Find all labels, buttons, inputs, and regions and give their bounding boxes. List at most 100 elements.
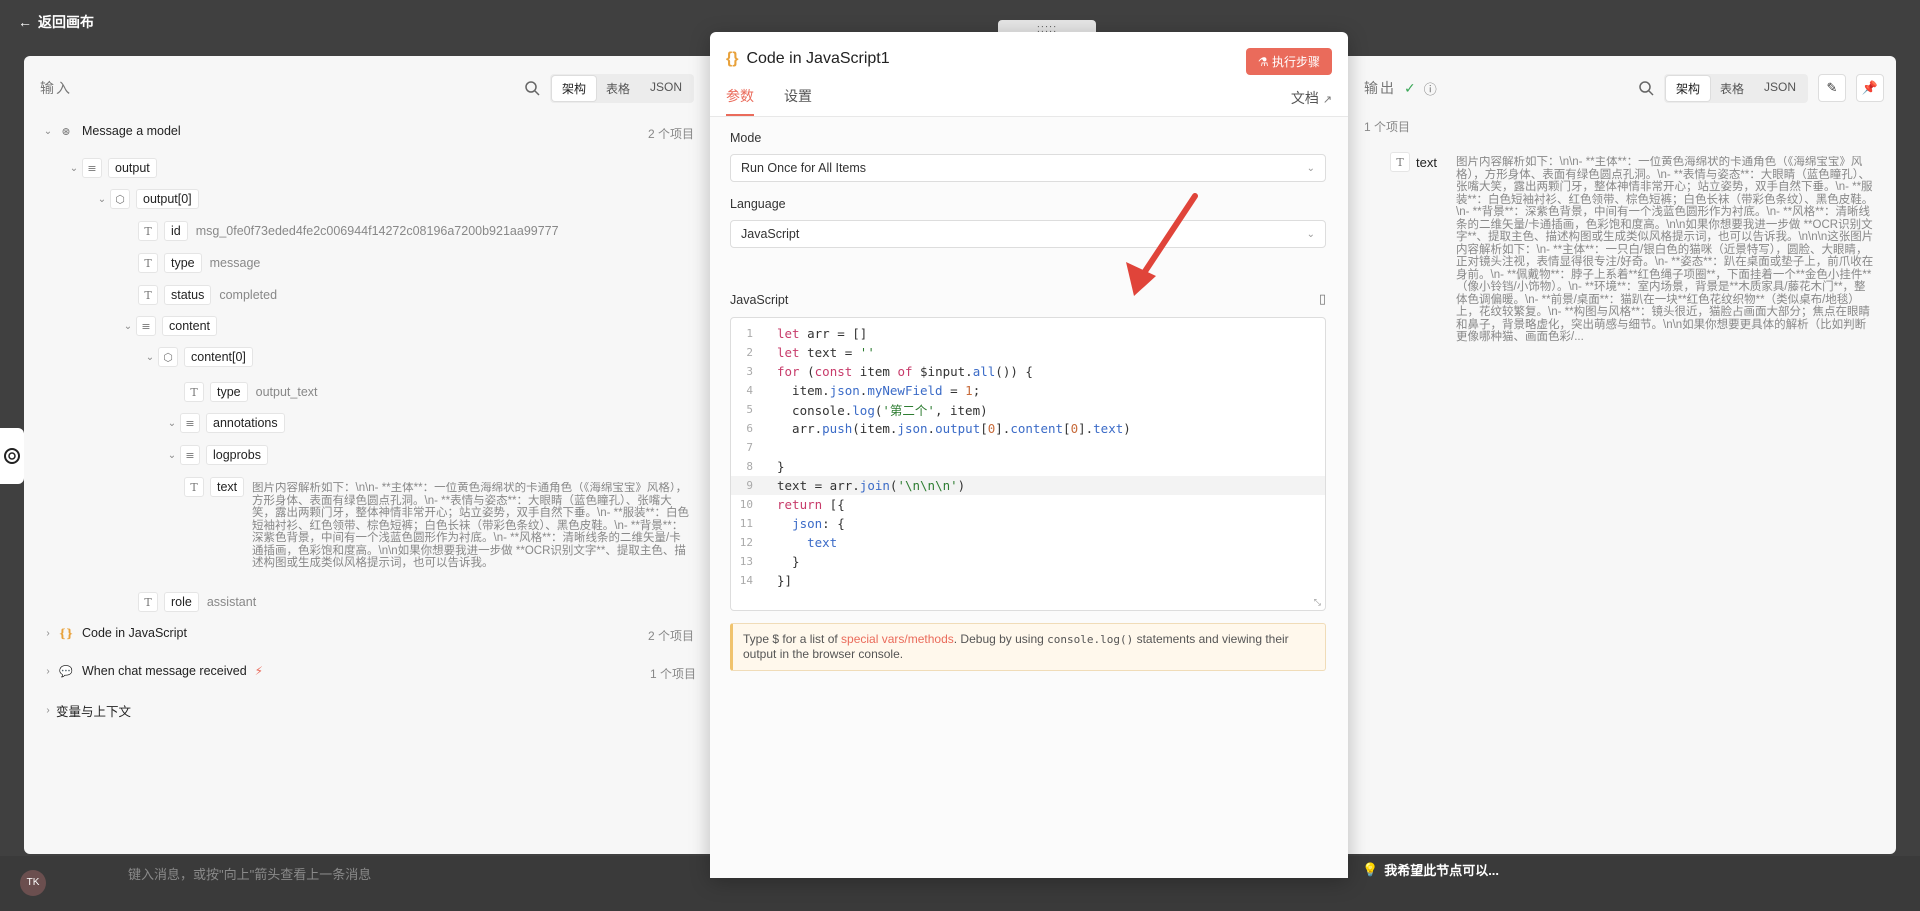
tree-item-content0[interactable]: ⌄ ⬡ content[0] — [142, 346, 261, 368]
tree-item-content-type: T type output_text — [184, 381, 318, 403]
tree-item-output[interactable]: ⌄ ≡ output — [66, 157, 165, 179]
execute-step-button[interactable]: ⚗ 执行步骤 — [1245, 48, 1332, 75]
field-key[interactable]: type — [164, 253, 202, 273]
chat-input[interactable]: 键入消息，或按"向上"箭头查看上一条消息 — [128, 864, 371, 883]
arrow-left-icon: ← — [18, 14, 32, 30]
node-wish-hint[interactable]: 💡 我希望此节点可以... — [1362, 860, 1499, 879]
node-name: When chat message received — [82, 664, 247, 678]
field-key[interactable]: id — [164, 221, 188, 241]
output-view-table[interactable]: 表格 — [1710, 76, 1754, 101]
code-line: 6 arr.push(item.json.output[0].content[0… — [746, 421, 1131, 436]
code-line: 4 item.json.myNewField = 1; — [746, 383, 981, 398]
output-field-text: T text — [1390, 152, 1445, 172]
chevron-down-icon[interactable]: ⌄ — [120, 321, 136, 332]
output-view-schema[interactable]: 架构 — [1665, 75, 1710, 101]
input-view-schema[interactable]: 架构 — [551, 75, 596, 101]
tree-node-message-model[interactable]: ⌄ ⊛ Message a model — [40, 120, 189, 142]
code-line: 12 text — [739, 535, 838, 550]
output-view-switch: 架构 表格 JSON — [1663, 73, 1808, 103]
text-type-icon: T — [138, 285, 158, 305]
chevron-right-icon[interactable]: › — [40, 628, 56, 639]
flask-icon: ⚗ — [1257, 55, 1269, 69]
chevron-down-icon[interactable]: ⌄ — [164, 418, 180, 429]
chevron-down-icon[interactable]: ⌄ — [94, 194, 110, 205]
hint-code: console.log() — [1047, 633, 1134, 646]
special-vars-link[interactable]: special vars/methods — [841, 632, 954, 646]
code-editor[interactable]: 1 let arr = [] 2 let text = '' 3 for (const… — [730, 317, 1326, 611]
tree-item-status: T status completed — [138, 284, 277, 306]
docs-link[interactable]: 文档 ↗ — [1291, 88, 1332, 108]
code-hint: Type $ for a list of special vars/method… — [730, 623, 1326, 671]
field-key[interactable]: output[0] — [136, 189, 199, 209]
search-icon[interactable] — [524, 80, 540, 96]
tree-node-chat-trigger[interactable]: › 💬 When chat message received ⚡ — [40, 660, 263, 682]
list-icon: ≡ — [180, 445, 200, 465]
edit-output-button[interactable]: ✎ — [1818, 74, 1846, 102]
output-panel-title: 输出 — [1364, 80, 1396, 96]
chevron-down-icon[interactable]: ⌄ — [66, 163, 82, 174]
code-line: 8} — [746, 459, 785, 474]
tab-parameters[interactable]: 参数 — [726, 86, 754, 116]
input-view-json[interactable]: JSON — [640, 76, 692, 101]
input-view-table[interactable]: 表格 — [596, 76, 640, 101]
output-panel: 输出 ✓ ⓘ 架构 表格 JSON ✎ 📌 1 个项目 T text 图片内容解… — [1348, 56, 1896, 854]
output-view-json[interactable]: JSON — [1754, 76, 1806, 101]
tree-item-output0[interactable]: ⌄ ⬡ output[0] — [94, 188, 207, 210]
field-value-text: 图片内容解析如下：\n\n- **主体**：一位黄色海绵状的卡通角色（《海绵宝宝… — [252, 482, 690, 569]
field-key[interactable]: output — [108, 158, 157, 178]
braces-icon: {} — [726, 50, 739, 67]
code-label: JavaScript — [730, 293, 789, 307]
info-icon[interactable]: ⓘ — [1424, 79, 1437, 98]
tree-item-logprobs[interactable]: ⌄ ≡ logprobs — [164, 444, 276, 466]
node-title[interactable]: Code in JavaScript1 — [746, 50, 889, 68]
chevron-down-icon[interactable]: ⌄ — [142, 352, 158, 363]
field-key[interactable]: logprobs — [206, 445, 268, 465]
code-line: 5 console.log('第二个', item) — [746, 403, 988, 418]
chevron-down-icon[interactable]: ⌄ — [164, 450, 180, 461]
mode-select[interactable]: Run Once for All Items ⌄ — [730, 154, 1326, 182]
braces-icon: {} — [58, 626, 74, 640]
field-key[interactable]: type — [210, 382, 248, 402]
tree-item-text: T text — [184, 476, 252, 498]
back-label: 返回画布 — [38, 14, 94, 30]
field-key[interactable]: text — [210, 477, 245, 497]
code-node-modal: {} Code in JavaScript1 ⚗ 执行步骤 参数 设置 文档 ↗… — [710, 32, 1348, 878]
node-name: 变量与上下文 — [56, 704, 132, 719]
field-key[interactable]: status — [164, 285, 212, 305]
avatar[interactable]: TK — [20, 870, 46, 896]
search-icon[interactable] — [1638, 80, 1654, 96]
text-type-icon: T — [138, 253, 158, 273]
resize-handle-icon[interactable]: ⤡ — [1314, 598, 1321, 608]
openai-node-icon[interactable] — [0, 428, 24, 484]
text-type-icon: T — [1390, 152, 1410, 172]
pin-data-button[interactable]: 📌 — [1856, 74, 1884, 102]
tree-item-type: T type message — [138, 252, 260, 274]
pin-icon: 📌 — [1861, 80, 1879, 95]
field-key[interactable]: role — [164, 592, 199, 612]
chevron-right-icon[interactable]: › — [40, 705, 56, 716]
code-line: 14}] — [739, 573, 793, 588]
language-select[interactable]: JavaScript ⌄ — [730, 220, 1326, 248]
mode-value: Run Once for All Items — [741, 161, 867, 175]
execute-step-label: 执行步骤 — [1271, 55, 1320, 69]
object-icon: ⬡ — [158, 347, 178, 367]
tab-settings[interactable]: 设置 — [784, 86, 812, 116]
chevron-down-icon[interactable]: ⌄ — [40, 126, 56, 137]
back-to-canvas-button[interactable]: ← 返回画布 — [18, 12, 94, 32]
tree-node-code[interactable]: › {} Code in JavaScript — [40, 622, 195, 644]
chevron-right-icon[interactable]: › — [40, 666, 56, 677]
chevron-down-icon: ⌄ — [1306, 162, 1315, 174]
input-view-switch: 架构 表格 JSON — [549, 73, 694, 103]
language-label: Language — [730, 197, 786, 211]
field-key[interactable]: annotations — [206, 413, 285, 433]
list-icon: ≡ — [180, 413, 200, 433]
code-line-active: 9 text = arr.join('\n\n\n') — [731, 476, 1325, 495]
language-value: JavaScript — [741, 227, 800, 241]
field-key[interactable]: text — [1416, 155, 1437, 170]
tree-item-content[interactable]: ⌄ ≡ content — [120, 315, 225, 337]
expand-editor-icon[interactable]: ▯ — [1319, 291, 1326, 307]
tree-node-vars[interactable]: › 变量与上下文 — [40, 699, 139, 721]
field-key[interactable]: content[0] — [184, 347, 253, 367]
tree-item-annotations[interactable]: ⌄ ≡ annotations — [164, 412, 293, 434]
field-key[interactable]: content — [162, 316, 218, 336]
